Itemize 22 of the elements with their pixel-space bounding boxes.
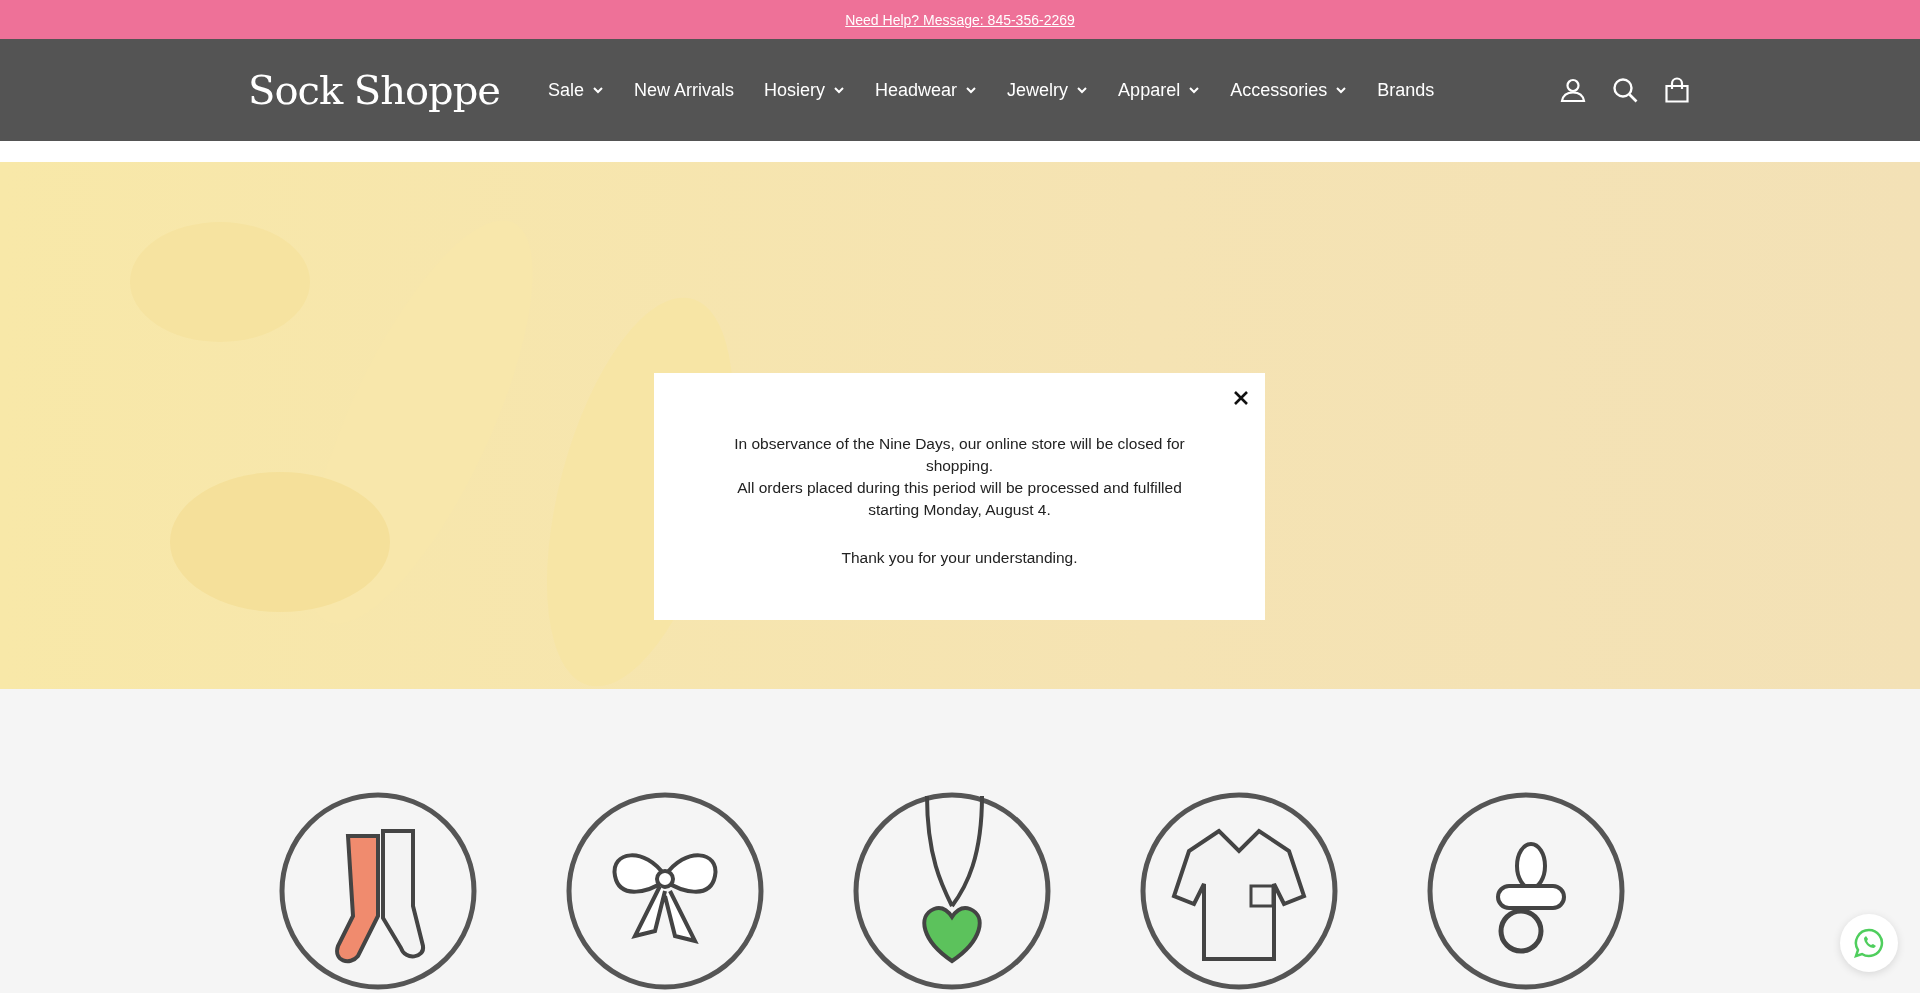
shirt-icon[interactable] — [1139, 791, 1339, 991]
close-icon[interactable] — [1233, 390, 1249, 406]
heart-necklace-icon[interactable] — [852, 791, 1052, 991]
nav-link[interactable]: Brands — [1377, 79, 1435, 101]
notice-text: In observance of the Nine Days, our online store will be closed for shopping. — [733, 434, 1186, 476]
nav-link[interactable]: New Arrivals — [634, 79, 735, 101]
socks-icon[interactable] — [278, 791, 478, 991]
chat-bubble-icon — [1853, 927, 1885, 959]
account-icon[interactable] — [1560, 77, 1586, 103]
nav-link[interactable]: Jewelry — [1007, 79, 1089, 101]
shopping-bag-icon[interactable] — [1664, 77, 1690, 103]
search-icon[interactable] — [1612, 77, 1638, 103]
nav-link[interactable]: Sale — [547, 79, 604, 101]
notice-text: Thank you for your understanding. — [840, 548, 1079, 568]
nav-link[interactable]: Headwear — [875, 79, 978, 101]
pacifier-icon[interactable] — [1426, 791, 1626, 991]
notice-text: All orders placed during this period will be processed and fulfilled starting Monday, August 4. — [736, 478, 1183, 520]
nav-link[interactable]: Apparel — [1118, 79, 1201, 101]
store-logo[interactable]: Sock Shoppe — [248, 67, 500, 113]
nav-link[interactable]: Accessories — [1230, 79, 1348, 101]
bow-icon[interactable] — [565, 791, 765, 991]
nav-link[interactable]: Hosiery — [764, 79, 846, 101]
